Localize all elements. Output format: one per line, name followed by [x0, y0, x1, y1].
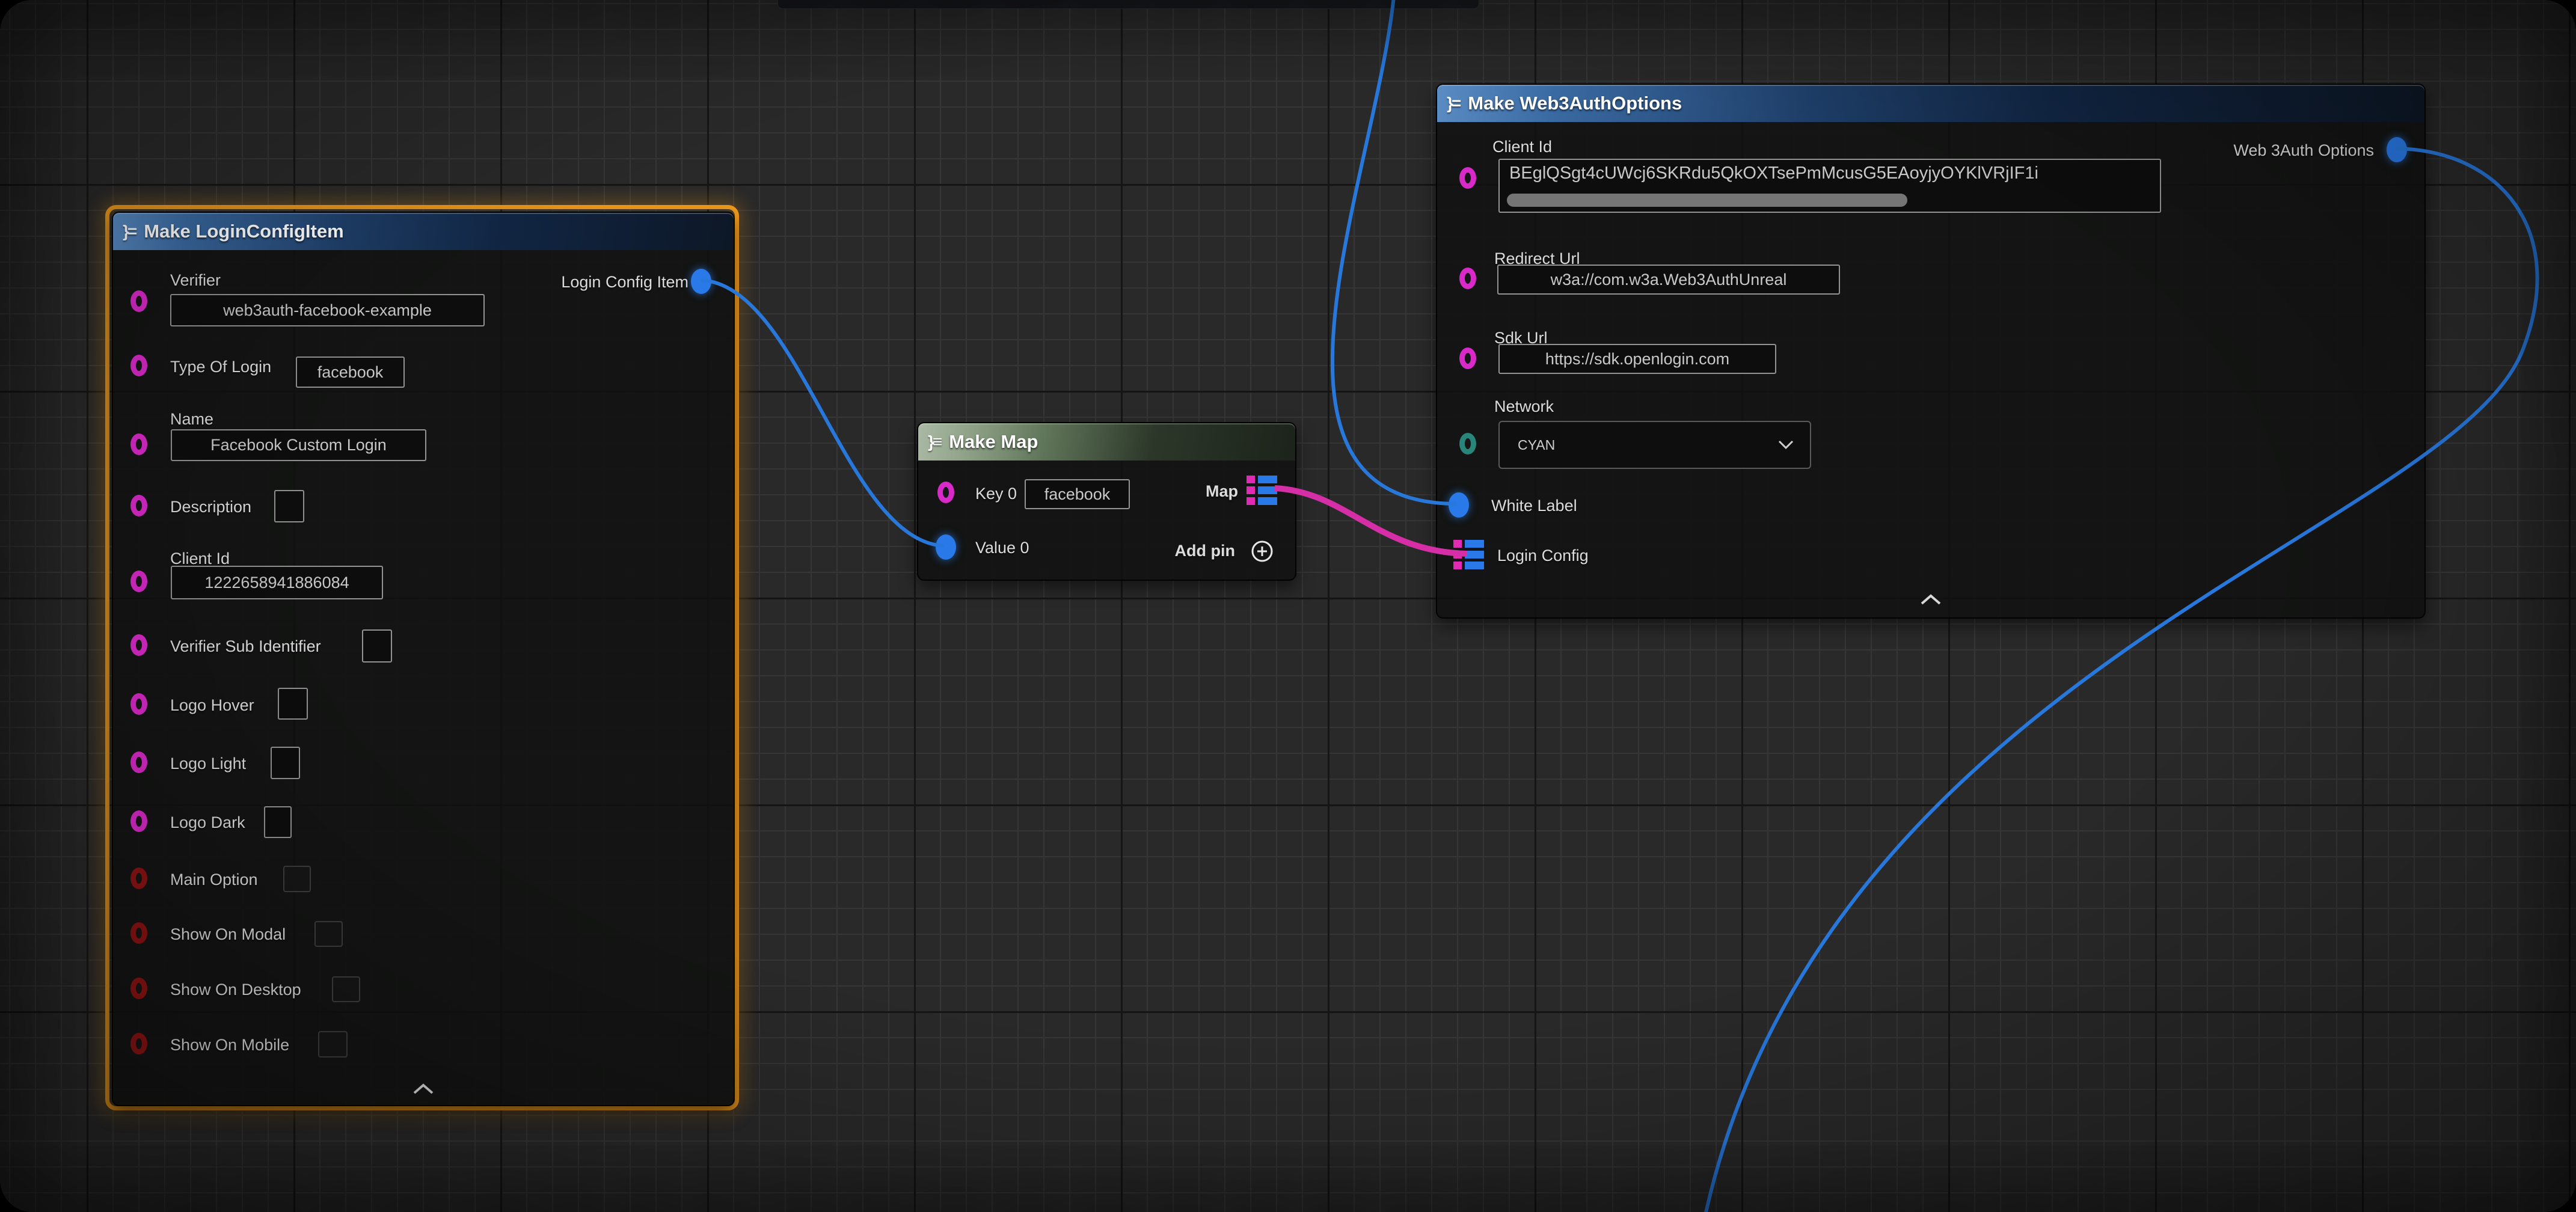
pin-label: White Label	[1491, 496, 1577, 515]
key-0-input[interactable]: facebook	[1025, 479, 1130, 509]
node-title: Make Web3AuthOptions	[1468, 93, 1682, 114]
verifier-input[interactable]: web3auth-facebook-example	[170, 294, 485, 326]
pin-label: Key 0	[975, 484, 1017, 503]
pin-verifier-sub-identifier[interactable]	[130, 634, 147, 656]
collapse-chevron-icon[interactable]	[1920, 594, 1942, 605]
pin-network[interactable]	[1459, 433, 1476, 454]
node-title: Make LoginConfigItem	[144, 221, 343, 242]
pin-label: Description	[170, 497, 251, 516]
redirect-url-input[interactable]: w3a://com.w3a.Web3AuthUnreal	[1497, 265, 1840, 295]
logo-dark-input[interactable]	[264, 806, 292, 838]
pin-white-label[interactable]	[1449, 492, 1469, 518]
name-input[interactable]: Facebook Custom Login	[171, 429, 426, 461]
pin-login-config-item-output[interactable]	[691, 269, 711, 294]
pin-show-on-desktop[interactable]	[130, 978, 147, 999]
pin-label: Show On Modal	[170, 925, 286, 944]
collapse-chevron-icon[interactable]	[412, 1083, 434, 1094]
show-on-mobile-checkbox[interactable]	[318, 1031, 348, 1057]
blueprint-graph-canvas[interactable]: }= Make LoginConfigItem Verifier web3aut…	[0, 0, 2576, 1212]
chevron-down-icon	[1777, 440, 1794, 450]
pin-logo-hover[interactable]	[130, 693, 147, 715]
pin-map-output[interactable]	[1247, 476, 1277, 505]
pin-logo-dark[interactable]	[130, 810, 147, 832]
pin-label: Logo Dark	[170, 813, 245, 832]
show-on-modal-checkbox[interactable]	[314, 921, 343, 947]
pin-value-0[interactable]	[936, 534, 956, 560]
logo-light-input[interactable]	[271, 747, 300, 779]
show-on-desktop-checkbox[interactable]	[332, 976, 360, 1002]
pin-label: Client Id	[1492, 137, 1552, 156]
output-pin-label: Login Config Item	[561, 272, 688, 292]
pin-label: Name	[170, 409, 213, 429]
pin-label: Verifier	[170, 271, 221, 290]
pin-main-option[interactable]	[130, 868, 147, 889]
add-pin-label: Add pin	[1175, 541, 1235, 560]
client-id-input[interactable]: 1222658941886084	[171, 566, 383, 599]
network-selected-value: CYAN	[1518, 437, 1555, 453]
field-scrollbar[interactable]	[1507, 194, 1907, 207]
pin-label: Type Of Login	[170, 357, 271, 376]
output-pin-label: Web 3Auth Options	[2233, 141, 2374, 160]
node-make-loginconfigitem[interactable]: }= Make LoginConfigItem Verifier web3aut…	[112, 212, 735, 1106]
pin-key-0[interactable]	[937, 482, 954, 503]
pin-show-on-mobile[interactable]	[130, 1033, 147, 1054]
pin-label: Network	[1494, 397, 1554, 416]
main-option-checkbox[interactable]	[283, 866, 311, 892]
node-make-map[interactable]: }≡ Make Map Key 0 facebook Map Value 0 A…	[917, 422, 1296, 581]
type-of-login-input[interactable]: facebook	[296, 357, 405, 388]
description-input[interactable]	[274, 490, 304, 522]
pin-label: Logo Light	[170, 754, 246, 773]
logo-hover-input[interactable]	[278, 688, 308, 720]
node-header[interactable]: }≡ Make Map	[918, 423, 1295, 461]
pin-logo-light[interactable]	[130, 751, 147, 773]
node-title: Make Map	[949, 431, 1038, 453]
pin-login-config[interactable]	[1453, 540, 1484, 569]
pin-web3auth-options-output[interactable]	[2387, 137, 2407, 162]
pin-show-on-modal[interactable]	[130, 922, 147, 944]
verifier-sub-identifier-input[interactable]	[362, 629, 392, 663]
pin-client-id[interactable]	[130, 571, 147, 592]
pin-sdk-url[interactable]	[1459, 347, 1476, 369]
node-header[interactable]: }= Make Web3AuthOptions	[1437, 85, 2424, 122]
make-struct-icon: }=	[1447, 94, 1459, 113]
pin-label: Verifier Sub Identifier	[170, 637, 321, 656]
add-pin-icon[interactable]	[1250, 539, 1274, 563]
pin-client-id[interactable]	[1459, 167, 1476, 189]
node-header[interactable]: }= Make LoginConfigItem	[113, 213, 734, 250]
pin-label: Show On Mobile	[170, 1035, 289, 1054]
pin-label: Value 0	[975, 538, 1029, 557]
pin-label: Main Option	[170, 870, 258, 889]
make-map-icon: }≡	[928, 432, 940, 451]
pin-redirect-url[interactable]	[1459, 268, 1476, 289]
pin-label: Show On Desktop	[170, 980, 301, 999]
network-dropdown[interactable]: CYAN	[1498, 421, 1811, 469]
make-struct-icon: }=	[123, 222, 135, 241]
pin-name[interactable]	[130, 433, 147, 455]
sdk-url-input[interactable]: https://sdk.openlogin.com	[1498, 344, 1776, 374]
pin-label: Login Config	[1497, 546, 1589, 565]
pin-type-of-login[interactable]	[130, 355, 147, 376]
node-make-web3authoptions[interactable]: }= Make Web3AuthOptions Client Id BEglQS…	[1436, 84, 2426, 619]
offscreen-node-fragment[interactable]	[777, 0, 1479, 9]
output-pin-label: Map	[1206, 482, 1238, 501]
pin-label: Logo Hover	[170, 696, 254, 715]
pin-verifier[interactable]	[130, 290, 147, 312]
pin-description[interactable]	[130, 495, 147, 516]
